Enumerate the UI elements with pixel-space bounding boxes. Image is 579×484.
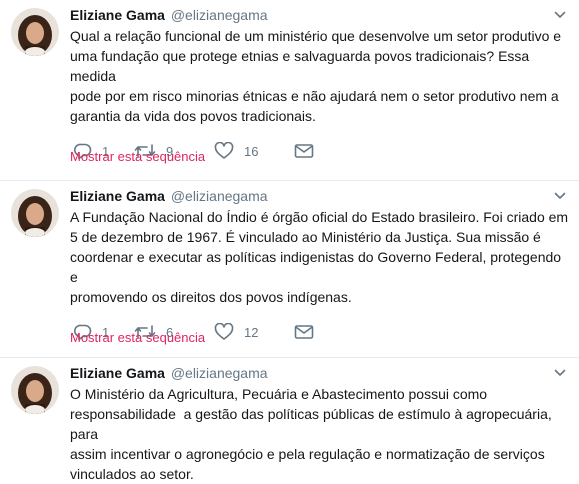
avatar[interactable] — [11, 8, 59, 56]
like-button[interactable]: 16 — [214, 142, 294, 160]
author-handle[interactable]: @elizianegama — [171, 7, 268, 23]
author-handle[interactable]: @elizianegama — [171, 365, 268, 381]
avatar[interactable] — [11, 366, 59, 414]
heart-icon — [214, 323, 234, 340]
heart-icon — [214, 142, 234, 159]
envelope-icon — [294, 325, 314, 339]
show-thread-link[interactable]: Mostrar esta sequência — [70, 148, 205, 166]
timeline: Eliziane Gama @elizianegama Qual a relaç… — [0, 0, 579, 482]
envelope-icon — [294, 144, 314, 158]
author-name[interactable]: Eliziane Gama — [70, 365, 165, 381]
like-count: 16 — [244, 143, 259, 159]
tweet-text: O Ministério da Agricultura, Pecuária e … — [70, 386, 552, 482]
tweet[interactable]: Eliziane Gama @elizianegama A Fundação N… — [0, 181, 579, 358]
like-button[interactable]: 12 — [214, 323, 294, 341]
avatar[interactable] — [11, 189, 59, 237]
direct-message-button[interactable] — [294, 143, 318, 159]
tweet[interactable]: Eliziane Gama @elizianegama O Ministério… — [0, 358, 579, 482]
chevron-down-icon[interactable] — [553, 5, 567, 25]
author-name[interactable]: Eliziane Gama — [70, 7, 165, 23]
author-name[interactable]: Eliziane Gama — [70, 188, 165, 204]
tweet[interactable]: Eliziane Gama @elizianegama Qual a relaç… — [0, 0, 579, 181]
like-count: 12 — [244, 324, 259, 340]
chevron-down-icon[interactable] — [553, 363, 567, 383]
show-thread-link[interactable]: Mostrar esta sequência — [70, 329, 205, 347]
direct-message-button[interactable] — [294, 324, 318, 340]
tweet-text: A Fundação Nacional do Índio é órgão ofi… — [70, 209, 569, 305]
tweet-text: Qual a relação funcional de um ministéri… — [70, 28, 562, 124]
author-handle[interactable]: @elizianegama — [171, 188, 268, 204]
chevron-down-icon[interactable] — [553, 186, 567, 206]
